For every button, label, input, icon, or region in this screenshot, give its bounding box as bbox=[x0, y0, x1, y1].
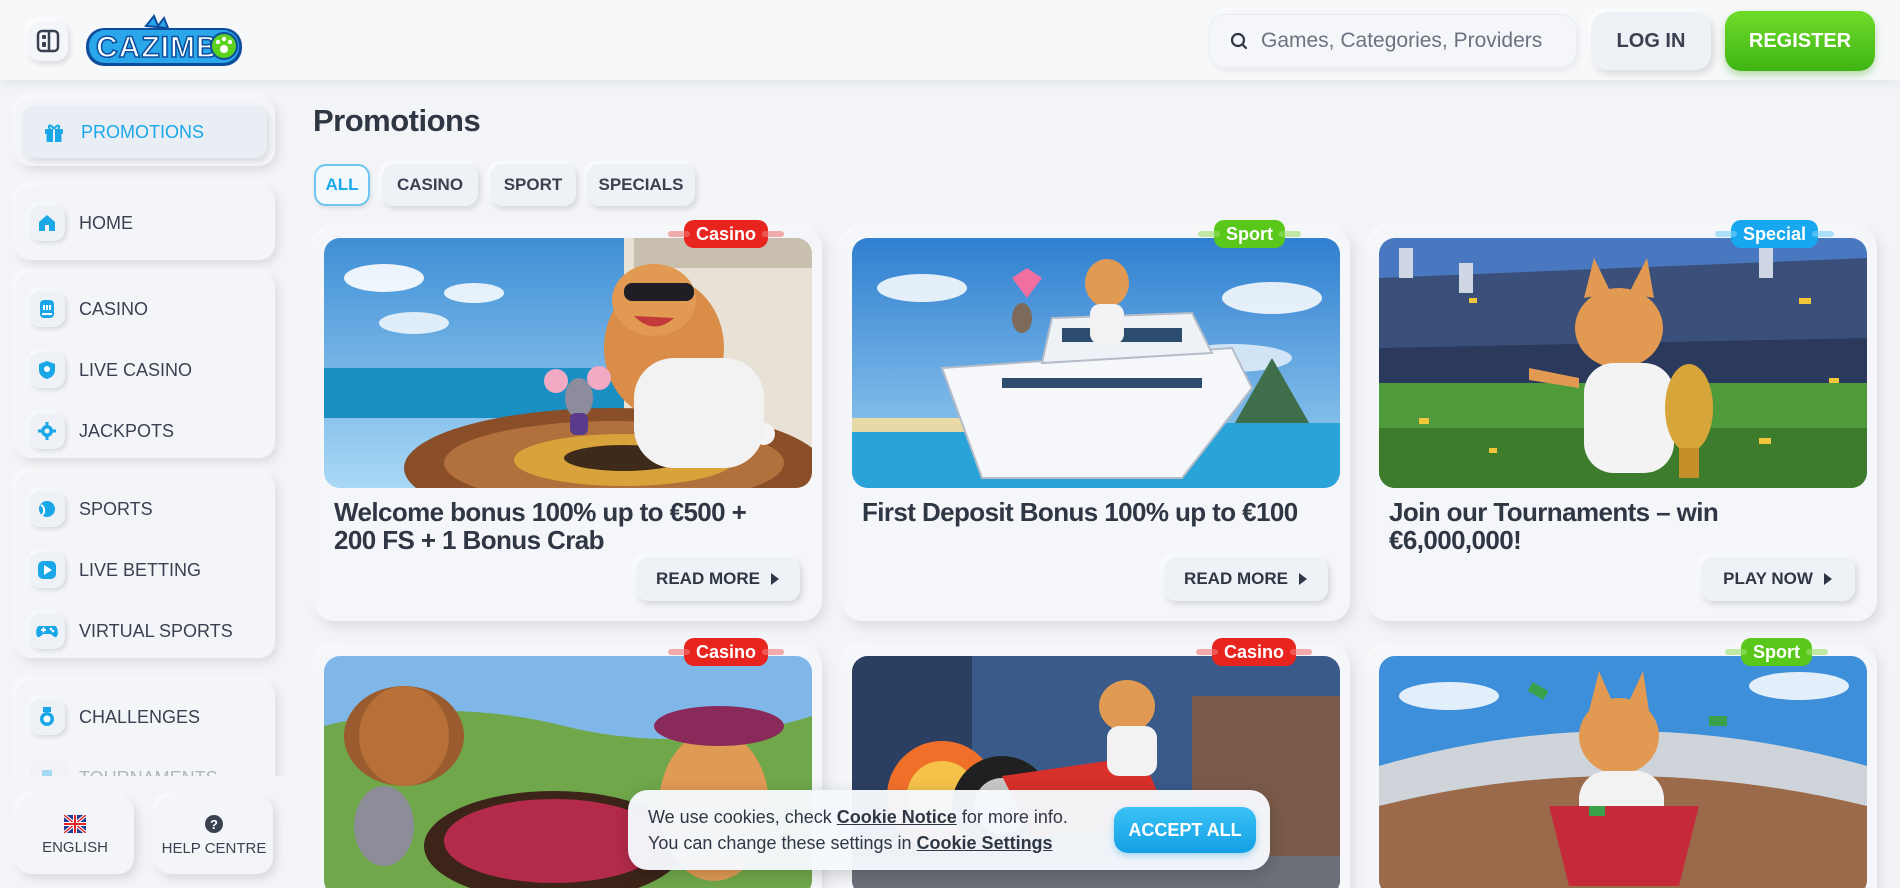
category-tag: Casino bbox=[1195, 638, 1313, 666]
cookie-banner: We use cookies, check Cookie Notice for … bbox=[628, 790, 1270, 870]
filter-all[interactable]: ALL bbox=[314, 164, 370, 206]
sidebar-item-label: HOME bbox=[79, 212, 133, 233]
sidebar-item-label: CHALLENGES bbox=[79, 706, 201, 727]
sidebar-item-live-betting[interactable]: LIVE BETTING bbox=[15, 540, 275, 600]
gift-icon bbox=[41, 114, 67, 150]
search-placeholder: Games, Categories, Providers bbox=[1261, 29, 1543, 52]
slot-machine-icon bbox=[29, 291, 65, 327]
jackpot-gear-icon bbox=[29, 413, 65, 449]
sidebar-item-label: CASINO bbox=[79, 298, 149, 319]
language-button[interactable]: ENGLISH bbox=[16, 796, 134, 874]
read-more-button[interactable]: READ MORE bbox=[1164, 557, 1328, 601]
accept-all-button[interactable]: ACCEPT ALL bbox=[1114, 807, 1256, 853]
sidebar-item-label: SPORTS bbox=[79, 498, 153, 519]
svg-text:CAZIMB: CAZIMB bbox=[96, 31, 219, 64]
arrow-right-icon bbox=[770, 573, 779, 585]
category-tag: Casino bbox=[667, 220, 785, 248]
sidebar-toggle-icon bbox=[36, 29, 60, 53]
read-more-button[interactable]: READ MORE bbox=[636, 557, 800, 601]
sidebar-group-promotions: PROMOTIONS bbox=[15, 98, 275, 166]
cookie-text: You can change these settings in bbox=[648, 833, 912, 853]
sidebar-item-label: JACKPOTS bbox=[79, 420, 175, 441]
cazimbo-logo[interactable]: CAZIMB bbox=[84, 12, 244, 70]
sidebar-item-home[interactable]: HOME bbox=[15, 193, 275, 253]
promo-image bbox=[324, 238, 812, 488]
top-header: CAZIMB Games, Categories, Providers LOG … bbox=[0, 0, 1900, 80]
sidebar-item-promotions[interactable]: PROMOTIONS bbox=[23, 106, 267, 158]
cookie-notice-link[interactable]: Cookie Notice bbox=[837, 807, 957, 827]
svg-text:?: ? bbox=[210, 817, 218, 832]
promo-card[interactable]: Special Join our Tournaments – win €6,00… bbox=[1369, 220, 1877, 621]
arrow-right-icon bbox=[1823, 573, 1832, 585]
sidebar-item-label: PROMOTIONS bbox=[81, 121, 205, 142]
promo-card[interactable]: Casino Welcome bonus 100% up to €500 + 2… bbox=[314, 220, 822, 621]
read-more-label: READ MORE bbox=[656, 569, 760, 588]
cookie-text: We use cookies, check bbox=[648, 807, 832, 827]
category-tag: Casino bbox=[667, 638, 785, 666]
sidebar: PROMOTIONS HOME CASINO LIVE CASINO JACKP… bbox=[0, 80, 290, 888]
play-now-label: PLAY NOW bbox=[1723, 569, 1813, 588]
language-label: ENGLISH bbox=[42, 838, 108, 856]
sidebar-item-label: LIVE BETTING bbox=[79, 559, 202, 580]
search-input[interactable]: Games, Categories, Providers bbox=[1209, 14, 1577, 68]
promo-title: Join our Tournaments – win €6,000,000! bbox=[1389, 497, 1719, 555]
question-icon: ? bbox=[205, 814, 223, 833]
category-tag: Sport bbox=[1198, 220, 1301, 248]
medal-icon bbox=[29, 699, 65, 735]
filter-casino[interactable]: CASINO bbox=[382, 164, 478, 206]
cookie-settings-link[interactable]: Cookie Settings bbox=[917, 833, 1053, 853]
sports-ball-icon bbox=[29, 491, 65, 527]
sidebar-item-label: LIVE CASINO bbox=[79, 359, 193, 380]
promo-title: First Deposit Bonus 100% up to €100 bbox=[862, 497, 1298, 527]
sidebar-item-jackpots[interactable]: JACKPOTS bbox=[15, 401, 275, 461]
sidebar-item-label: VIRTUAL SPORTS bbox=[79, 620, 233, 641]
cookie-text: for more info. bbox=[961, 807, 1068, 827]
sidebar-toggle-button[interactable] bbox=[28, 21, 68, 61]
sidebar-item-virtual-sports[interactable]: VIRTUAL SPORTS bbox=[15, 601, 275, 661]
promo-image bbox=[1379, 238, 1867, 488]
gamepad-icon bbox=[29, 613, 65, 649]
page-title: Promotions bbox=[313, 103, 481, 138]
filter-specials[interactable]: SPECIALS bbox=[587, 164, 695, 206]
sidebar-item-casino[interactable]: CASINO bbox=[15, 279, 275, 339]
live-dealer-icon bbox=[29, 352, 65, 388]
promo-image bbox=[852, 238, 1340, 488]
promo-image bbox=[1379, 656, 1867, 888]
filter-sport[interactable]: SPORT bbox=[490, 164, 576, 206]
play-now-button[interactable]: PLAY NOW bbox=[1701, 557, 1855, 601]
sidebar-group-sports: SPORTS LIVE BETTING VIRTUAL SPORTS bbox=[15, 472, 275, 658]
play-icon bbox=[29, 552, 65, 588]
search-icon bbox=[1230, 32, 1248, 50]
login-button[interactable]: LOG IN bbox=[1591, 12, 1711, 70]
sidebar-group-home: HOME bbox=[15, 186, 275, 260]
cookie-message: We use cookies, check Cookie Notice for … bbox=[648, 804, 1068, 856]
sidebar-item-live-casino[interactable]: LIVE CASINO bbox=[15, 340, 275, 400]
uk-flag-icon bbox=[64, 814, 86, 833]
promo-card[interactable]: Sport bbox=[1369, 638, 1877, 888]
read-more-label: READ MORE bbox=[1184, 569, 1288, 588]
category-tag: Sport bbox=[1725, 638, 1828, 666]
help-centre-button[interactable]: ? HELP CENTRE bbox=[155, 796, 273, 874]
sidebar-item-challenges[interactable]: CHALLENGES bbox=[15, 687, 275, 747]
sidebar-group-casino: CASINO LIVE CASINO JACKPOTS bbox=[15, 272, 275, 458]
sidebar-item-sports[interactable]: SPORTS bbox=[15, 479, 275, 539]
help-centre-label: HELP CENTRE bbox=[161, 839, 267, 857]
category-tag: Special bbox=[1714, 220, 1835, 248]
promo-title: Welcome bonus 100% up to €500 + 200 FS +… bbox=[334, 497, 747, 555]
promo-card[interactable]: Sport First Deposit Bonus 100% up to €10… bbox=[842, 220, 1350, 621]
register-button[interactable]: REGISTER bbox=[1725, 11, 1875, 71]
home-icon bbox=[29, 205, 65, 241]
arrow-right-icon bbox=[1298, 573, 1307, 585]
